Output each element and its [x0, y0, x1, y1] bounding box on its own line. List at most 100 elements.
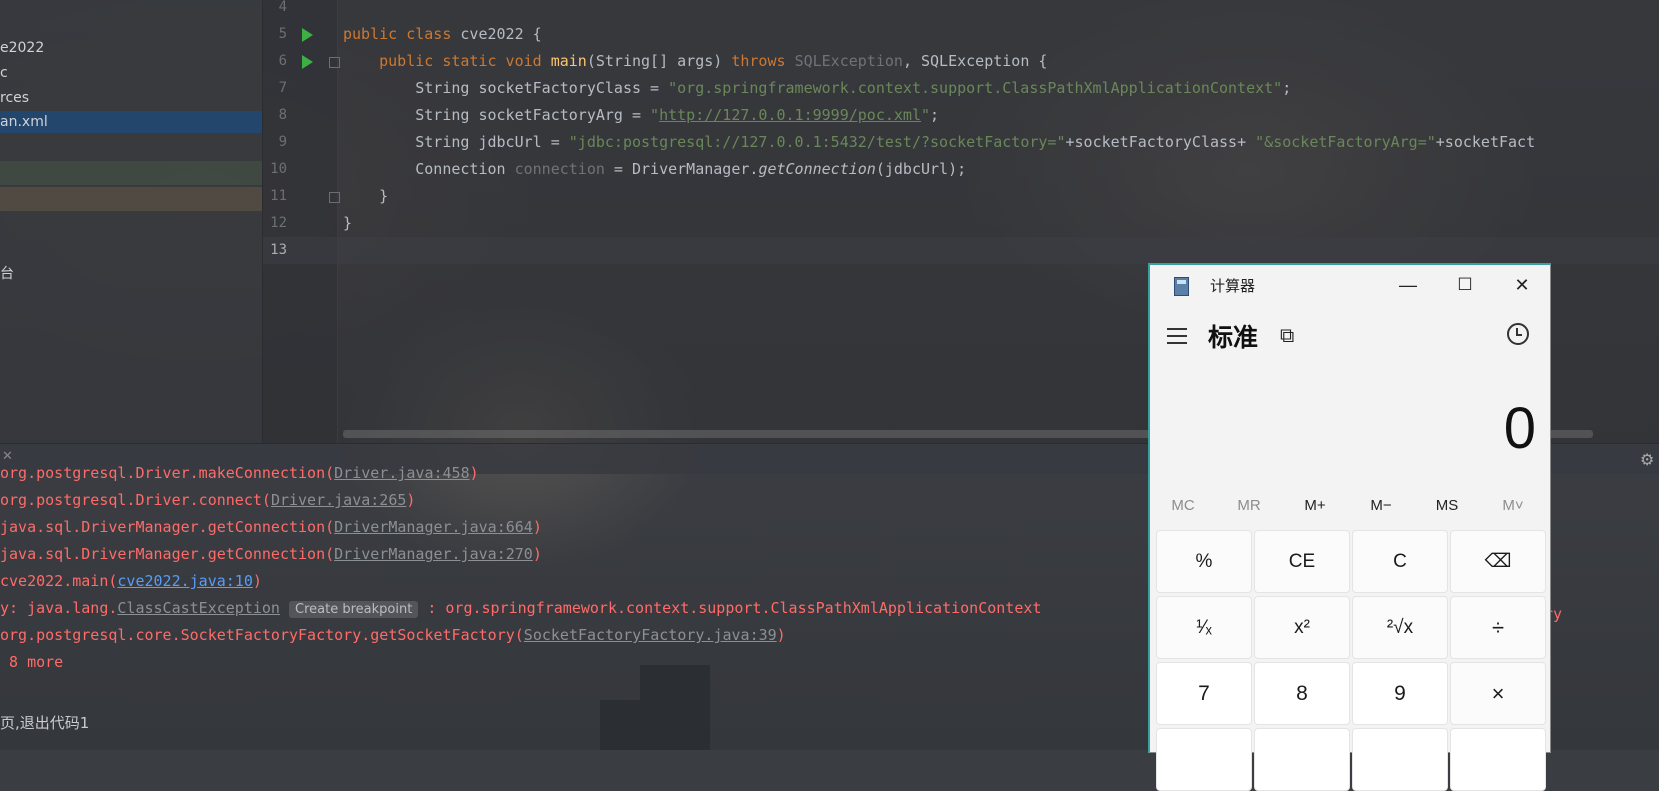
console-text: org.postgresql.core.SocketFactoryFactory… [0, 626, 524, 644]
fold-icon[interactable] [329, 57, 340, 68]
wallpaper-building [600, 700, 645, 750]
code-token: public static void [343, 52, 551, 70]
code-line[interactable]: 4 [263, 0, 1659, 21]
source-link[interactable]: DriverManager.java:664 [334, 518, 533, 536]
code-token: main [550, 52, 587, 70]
create-breakpoint-badge: Create breakpoint [289, 601, 419, 618]
tree-item[interactable]: 台 [0, 263, 14, 285]
clear-entry-button[interactable]: CE [1254, 530, 1350, 593]
code-token: Connection [343, 160, 515, 178]
digit-9-button[interactable]: 9 [1352, 662, 1448, 725]
digit-8-button[interactable]: 8 [1254, 662, 1350, 725]
memory-button[interactable]: MC [1150, 497, 1216, 514]
backspace-button[interactable]: ⌫ [1450, 530, 1546, 593]
code-token: " [650, 106, 660, 124]
calculator-app-icon [1174, 277, 1189, 296]
code-token: public class [343, 25, 461, 43]
console-line: org.postgresql.core.SocketFactoryFactory… [0, 622, 786, 649]
digit-7-button[interactable]: 7 [1156, 662, 1252, 725]
gear-icon[interactable]: ⚙ [1640, 450, 1654, 469]
code-line[interactable]: 11 } [263, 183, 1659, 210]
memory-button[interactable]: M˅ [1480, 497, 1546, 514]
run-gutter-icon[interactable] [302, 28, 313, 42]
line-number: 12 [270, 215, 287, 231]
code-token: "&socketFactoryArg=" [1255, 133, 1436, 151]
code-line[interactable]: 7 String socketFactoryClass = "org.sprin… [263, 75, 1659, 102]
tree-item[interactable]: rces [0, 87, 29, 109]
console-text: : org.springframework.context.support.Cl… [418, 599, 1042, 617]
console-text: ) [469, 464, 479, 482]
history-icon[interactable] [1507, 323, 1529, 345]
console-text: cve2022.main( [0, 572, 118, 590]
keypad-button-cutoff[interactable] [1450, 728, 1546, 791]
clear-button[interactable]: C [1352, 530, 1448, 593]
source-link[interactable]: cve2022.java:10 [117, 572, 252, 590]
line-number: 7 [278, 80, 287, 96]
hamburger-menu-icon[interactable] [1167, 328, 1187, 344]
tree-item-selected[interactable]: an.xml [0, 111, 262, 133]
run-gutter-icon[interactable] [302, 55, 313, 69]
code-token: +socketFact [1435, 133, 1536, 151]
close-button[interactable]: ✕ [1502, 271, 1542, 299]
source-link[interactable]: Driver.java:458 [334, 464, 469, 482]
window-title: 计算器 [1210, 278, 1256, 295]
source-link[interactable]: Driver.java:265 [271, 491, 406, 509]
console-text: java.sql.DriverManager.getConnection( [0, 518, 335, 536]
console-text: ) [532, 545, 542, 563]
code-token: "org.springframework.context.support.Cla… [668, 79, 1283, 97]
memory-button[interactable]: MR [1216, 497, 1282, 514]
code-line[interactable]: 10 Connection connection = DriverManager… [263, 156, 1659, 183]
code-text: public class cve2022 { [343, 21, 542, 48]
keypad-button-cutoff[interactable] [1352, 728, 1448, 791]
square-root-button[interactable]: ²√x [1352, 596, 1448, 659]
console-text: ) [252, 572, 262, 590]
code-token: , SQLException { [902, 52, 1048, 70]
maximize-button[interactable]: ☐ [1445, 271, 1485, 299]
tree-item[interactable]: c [0, 62, 8, 84]
reciprocal-button[interactable]: ¹⁄ₓ [1156, 596, 1252, 659]
square-button[interactable]: x² [1254, 596, 1350, 659]
console-text: ) [532, 518, 542, 536]
keypad-button-cutoff[interactable] [1156, 728, 1252, 791]
code-line[interactable]: 13 [263, 237, 1659, 264]
calculator-window: 计算器 — ☐ ✕ 标准 ⧉ 0 MC MR M+ M− MS M˅ % CE C ⌫ ¹⁄ₓ x²… [1148, 263, 1551, 791]
percent-button[interactable]: % [1156, 530, 1252, 593]
multiply-button[interactable]: × [1450, 662, 1546, 725]
code-token: = DriverManager. [604, 160, 759, 178]
code-token: cve2022 { [460, 25, 542, 43]
memory-button[interactable]: M+ [1282, 497, 1348, 514]
console-text: ) [406, 491, 416, 509]
code-token: (String[] args) [586, 52, 732, 70]
source-link[interactable]: DriverManager.java:270 [334, 545, 533, 563]
memory-button[interactable]: MS [1414, 497, 1480, 514]
source-link[interactable]: ClassCastException [117, 599, 280, 617]
source-link[interactable]: SocketFactoryFactory.java:39 [524, 626, 777, 644]
memory-button[interactable]: M− [1348, 497, 1414, 514]
code-line[interactable]: 8 String socketFactoryArg = "http://127.… [263, 102, 1659, 129]
line-number: 11 [270, 188, 287, 204]
code-token: SQLException [794, 52, 903, 70]
divide-button[interactable]: ÷ [1450, 596, 1546, 659]
code-text: } [343, 183, 388, 210]
code-line[interactable]: 6 public static void main(String[] args)… [263, 48, 1659, 75]
line-number: 6 [278, 53, 287, 69]
minimize-button[interactable]: — [1388, 271, 1428, 299]
code-text: public static void main(String[] args) t… [343, 48, 1047, 75]
keep-on-top-icon[interactable]: ⧉ [1280, 325, 1294, 348]
code-token: } [343, 187, 389, 205]
code-token: "jdbc:postgresql://127.0.0.1:5432/test/?… [568, 133, 1066, 151]
console-text: ) [776, 626, 786, 644]
code-line[interactable]: 9 String jdbcUrl = "jdbc:postgresql://12… [263, 129, 1659, 156]
code-line[interactable]: 5 public class cve2022 { [263, 21, 1659, 48]
fold-icon[interactable] [329, 192, 340, 203]
console-line: org.postgresql.Driver.connect(Driver.jav… [0, 487, 415, 514]
code-token: connection [514, 160, 605, 178]
code-token: " [920, 106, 931, 124]
tree-highlight-band [0, 187, 262, 211]
keypad-button-cutoff[interactable] [1254, 728, 1350, 791]
console-line: org.postgresql.Driver.makeConnection(Dri… [0, 460, 479, 487]
code-token: (jdbcUrl); [875, 160, 967, 178]
code-line[interactable]: 12} [263, 210, 1659, 237]
tree-item[interactable]: e2022 [0, 37, 44, 59]
code-text: } [343, 210, 352, 237]
